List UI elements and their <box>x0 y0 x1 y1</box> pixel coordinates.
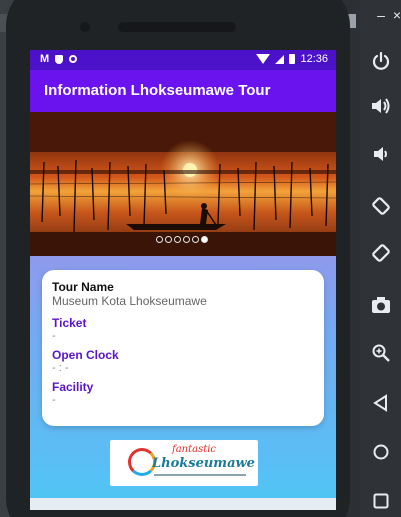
volume-down-icon[interactable] <box>370 143 392 165</box>
speaker-grill <box>118 22 236 32</box>
tour-name-label: Tour Name <box>52 280 114 294</box>
fantastic-lhokseumawe-logo: fantastic Lhokseumawe <box>110 440 258 486</box>
camera-icon[interactable] <box>370 294 392 316</box>
sunset-lake-image <box>30 112 336 256</box>
power-icon[interactable] <box>370 50 392 72</box>
facility-label: Facility <box>52 380 94 394</box>
emulator-window: M 12:36 Information Lhokseumawe Tour Tou… <box>0 0 401 517</box>
logo-line2: Lhokseumawe <box>152 456 255 471</box>
logo-line1: fantastic <box>172 444 217 455</box>
wifi-icon <box>256 54 271 64</box>
front-camera-icon <box>80 22 90 32</box>
slider-dot[interactable] <box>183 236 190 243</box>
status-bar: M 12:36 <box>30 50 336 70</box>
app-bar: Information Lhokseumawe Tour <box>30 70 336 112</box>
volume-up-icon[interactable] <box>370 95 392 117</box>
signal-icon <box>275 54 285 64</box>
tour-info-card: Tour Name Museum Kota Lhokseumawe Ticket… <box>42 270 324 426</box>
logo-underline <box>154 474 246 476</box>
slider-dot-active[interactable] <box>201 236 208 243</box>
slider-indicator <box>156 236 208 243</box>
battery-icon <box>289 54 296 64</box>
slider-dot[interactable] <box>156 236 163 243</box>
ticket-value: - <box>52 330 56 342</box>
back-icon[interactable] <box>370 392 392 414</box>
slider-dot[interactable] <box>165 236 172 243</box>
zoom-icon[interactable] <box>370 342 392 364</box>
gmail-icon: M <box>40 53 50 65</box>
rotate-left-icon[interactable] <box>370 195 392 217</box>
circle-notification-icon <box>69 55 78 63</box>
facility-value: - <box>52 394 56 406</box>
slider-dot[interactable] <box>174 236 181 243</box>
close-button[interactable]: × <box>386 4 401 26</box>
emulator-toolbar: – × <box>360 0 401 517</box>
tour-name-value: Museum Kota Lhokseumawe <box>52 294 207 308</box>
bottom-strip <box>30 498 336 510</box>
slider-dot[interactable] <box>192 236 199 243</box>
phone-frame: M 12:36 Information Lhokseumawe Tour Tou… <box>6 0 350 517</box>
status-time: 12:36 <box>300 53 328 65</box>
phone-screen: M 12:36 Information Lhokseumawe Tour Tou… <box>30 50 336 510</box>
open-clock-value: - : - <box>52 362 69 374</box>
page-title: Information Lhokseumawe Tour <box>44 82 271 99</box>
overview-icon[interactable] <box>370 490 392 512</box>
open-clock-label: Open Clock <box>52 348 119 362</box>
tour-image-slider[interactable] <box>30 112 336 256</box>
rotate-right-icon[interactable] <box>370 242 392 264</box>
shield-icon <box>55 54 64 64</box>
ticket-label: Ticket <box>52 316 87 330</box>
home-icon[interactable] <box>370 441 392 463</box>
